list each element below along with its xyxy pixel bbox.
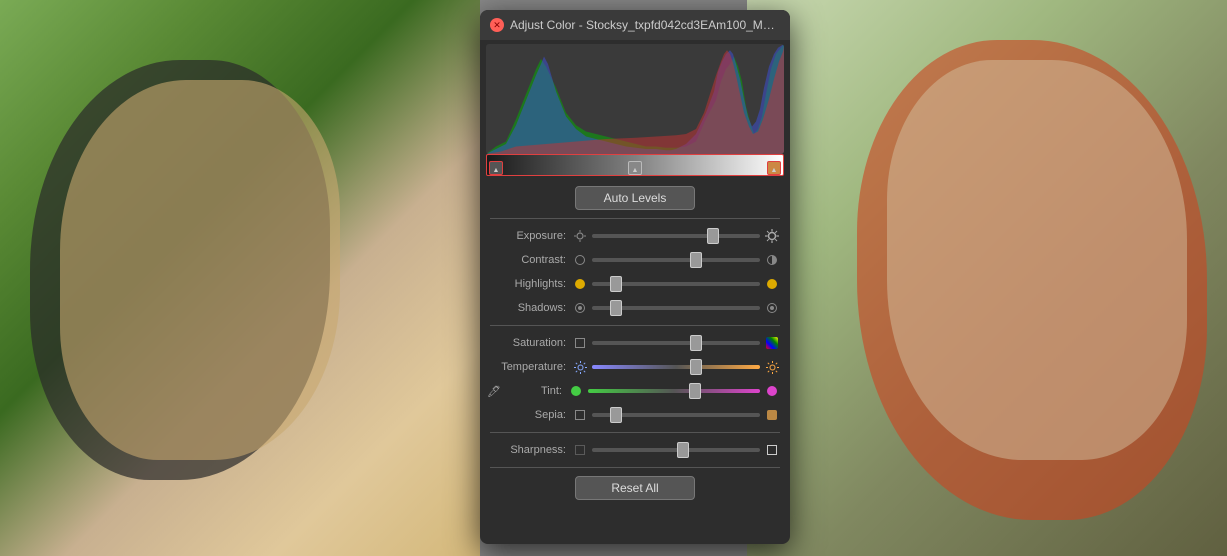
shadows-high-icon <box>767 303 777 313</box>
histogram-chart <box>486 44 784 154</box>
background-left <box>0 0 480 556</box>
contrast-row: Contrast: <box>490 249 780 271</box>
background-right <box>747 0 1227 556</box>
sharpness-high-icon <box>767 445 777 455</box>
levels-handle-black[interactable] <box>489 161 503 175</box>
highlights-left-icon <box>572 276 588 292</box>
contrast-low-icon <box>575 255 585 265</box>
sepia-low-icon <box>575 410 585 420</box>
tint-right-icon <box>764 383 780 399</box>
tint-green-icon <box>571 386 581 396</box>
sharpness-label: Sharpness: <box>490 444 572 456</box>
highlights-right-icon <box>764 276 780 292</box>
saturation-high-icon <box>766 337 778 349</box>
highlights-thumb[interactable] <box>610 276 622 292</box>
shadows-row: Shadows: <box>490 297 780 319</box>
exposure-row: Exposure: <box>490 225 780 247</box>
panel-title: Adjust Color - Stocksy_txpfd042cd3EAm100… <box>510 18 780 32</box>
divider-3 <box>490 432 780 433</box>
divider-4 <box>490 467 780 468</box>
levels-handle-white[interactable] <box>767 161 781 175</box>
sepia-left-icon <box>572 407 588 423</box>
saturation-track[interactable] <box>592 341 760 345</box>
shadows-low-icon <box>575 303 585 313</box>
temperature-row: Temperature: <box>490 356 780 378</box>
tint-label: Tint: <box>502 385 568 397</box>
tint-row: 🖊 Tint: <box>490 380 780 402</box>
levels-handle-mid[interactable] <box>628 161 642 175</box>
controls-content: Auto Levels Exposure: Contrast: <box>480 176 790 506</box>
sepia-row: Sepia: <box>490 404 780 426</box>
sharpness-thumb[interactable] <box>677 442 689 458</box>
close-icon: ✕ <box>493 20 501 31</box>
sharpness-low-icon <box>575 445 585 455</box>
sepia-label: Sepia: <box>490 409 572 421</box>
contrast-label: Contrast: <box>490 254 572 266</box>
exposure-left-icon <box>572 228 588 244</box>
tint-pink-icon <box>767 386 777 396</box>
exposure-thumb[interactable] <box>707 228 719 244</box>
exposure-right-icon <box>764 228 780 244</box>
temperature-track[interactable] <box>592 365 760 369</box>
close-button[interactable]: ✕ <box>490 18 504 32</box>
tint-thumb[interactable] <box>689 383 701 399</box>
highlights-track[interactable] <box>592 282 760 286</box>
reset-all-button[interactable]: Reset All <box>575 476 695 500</box>
shadows-thumb[interactable] <box>610 300 622 316</box>
sepia-right-icon <box>764 407 780 423</box>
saturation-left-icon <box>572 335 588 351</box>
levels-strip[interactable] <box>486 154 784 176</box>
shadows-right-icon <box>764 300 780 316</box>
auto-levels-button[interactable]: Auto Levels <box>575 186 695 210</box>
shadows-track[interactable] <box>592 306 760 310</box>
highlights-label: Highlights: <box>490 278 572 290</box>
saturation-right-icon <box>764 335 780 351</box>
adjust-color-panel: ✕ Adjust Color - Stocksy_txpfd042cd3EAm1… <box>480 10 790 544</box>
exposure-track[interactable] <box>592 234 760 238</box>
contrast-right-icon <box>764 252 780 268</box>
sepia-track[interactable] <box>592 413 760 417</box>
temperature-right-icon <box>764 359 780 375</box>
highlights-low-icon <box>575 279 585 289</box>
sharpness-right-icon <box>764 442 780 458</box>
sepia-high-icon <box>767 410 777 420</box>
sharpness-left-icon <box>572 442 588 458</box>
contrast-left-icon <box>572 252 588 268</box>
contrast-track[interactable] <box>592 258 760 262</box>
sharpness-row: Sharpness: <box>490 439 780 461</box>
highlights-high-icon <box>767 279 777 289</box>
histogram <box>486 44 784 154</box>
shadows-left-icon <box>572 300 588 316</box>
saturation-thumb[interactable] <box>690 335 702 351</box>
sharpness-track[interactable] <box>592 448 760 452</box>
temperature-left-icon <box>572 359 588 375</box>
saturation-label: Saturation: <box>490 337 572 349</box>
temperature-thumb[interactable] <box>690 359 702 375</box>
contrast-thumb[interactable] <box>690 252 702 268</box>
tint-left-icon <box>568 383 584 399</box>
tint-track[interactable] <box>588 389 760 393</box>
tint-eyedropper-icon[interactable]: 🖊 <box>486 383 502 399</box>
temperature-label: Temperature: <box>490 361 572 373</box>
exposure-label: Exposure: <box>490 230 572 242</box>
highlights-row: Highlights: <box>490 273 780 295</box>
title-bar: ✕ Adjust Color - Stocksy_txpfd042cd3EAm1… <box>480 10 790 40</box>
saturation-low-icon <box>575 338 585 348</box>
divider-2 <box>490 325 780 326</box>
saturation-row: Saturation: <box>490 332 780 354</box>
sepia-thumb[interactable] <box>610 407 622 423</box>
divider-1 <box>490 218 780 219</box>
shadows-label: Shadows: <box>490 302 572 314</box>
